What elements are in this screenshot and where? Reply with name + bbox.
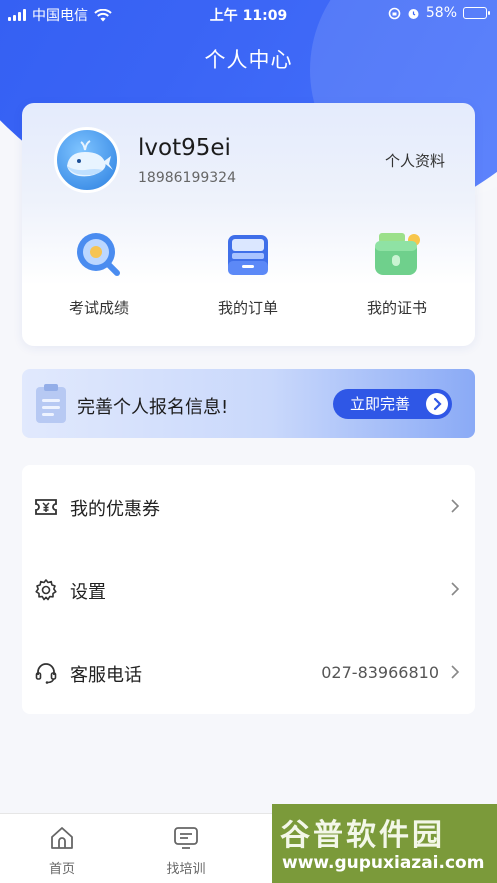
tab-find-training[interactable]: 找培训: [136, 824, 236, 877]
alarm-icon: [408, 8, 419, 19]
banner-text: 完善个人报名信息!: [77, 397, 229, 418]
coupon-icon: [35, 499, 57, 515]
search-result-icon: [71, 227, 127, 283]
chevron-right-icon: [451, 665, 460, 679]
battery-icon: [463, 7, 490, 19]
complete-info-banner[interactable]: 完善个人报名信息! 立即完善: [22, 369, 475, 438]
quick-action-label: 考试成绩: [68, 299, 129, 317]
service-phone-number: 027-83966810: [321, 663, 439, 682]
complete-now-label: 立即完善: [350, 395, 411, 413]
tab-home[interactable]: 首页: [12, 824, 112, 877]
chevron-right-icon: [451, 582, 460, 596]
page-title: 个人中心: [204, 48, 293, 72]
tab-label: 首页: [48, 862, 75, 877]
headset-icon: [35, 663, 57, 684]
order-box-icon: [220, 227, 276, 283]
menu-item-customer-service[interactable]: 客服电话 027-83966810: [22, 631, 475, 714]
profile-info-link[interactable]: 个人资料: [385, 150, 445, 171]
quick-action-my-certificates[interactable]: 我的证书: [322, 227, 472, 318]
avatar[interactable]: [54, 127, 120, 193]
menu-item-label: 我的优惠券: [70, 499, 160, 520]
chevron-right-icon: [451, 499, 460, 513]
whale-avatar-icon: [67, 140, 113, 177]
watermark-title: 谷普软件园: [280, 818, 445, 853]
tab-label: 找培训: [166, 862, 206, 877]
watermark-url: www.gupuxiazai.com: [282, 853, 485, 873]
menu-item-label: 设置: [70, 582, 106, 603]
battery-percent: 58%: [425, 5, 457, 21]
status-bar: 中国电信 上午 11:09 58%: [0, 0, 497, 28]
profile-card: lvot95ei 18986199324 个人资料 考试成绩 我的订单 我的证书: [22, 103, 475, 346]
rotation-lock-icon: [388, 7, 401, 19]
chevron-right-icon: [426, 393, 448, 415]
quick-action-label: 我的证书: [366, 299, 427, 317]
settings-menu: 我的优惠券 设置 客服电话 027-83966810: [22, 465, 475, 714]
menu-item-label: 客服电话: [70, 665, 142, 686]
username: lvot95ei: [138, 135, 231, 161]
quick-action-exam-results[interactable]: 考试成绩: [24, 227, 174, 318]
menu-item-settings[interactable]: 设置: [22, 548, 475, 631]
quick-action-label: 我的订单: [217, 299, 278, 317]
training-icon: [174, 827, 198, 849]
home-icon: [51, 827, 73, 849]
certificate-wallet-icon: [369, 227, 425, 283]
complete-now-button[interactable]: 立即完善: [333, 389, 452, 419]
clipboard-icon: [36, 384, 66, 423]
phone-number: 18986199324: [138, 170, 236, 186]
menu-item-coupons[interactable]: 我的优惠券: [22, 465, 475, 548]
site-watermark: 谷普软件园 www.gupuxiazai.com: [272, 804, 497, 883]
gear-icon: [35, 579, 57, 601]
quick-action-my-orders[interactable]: 我的订单: [173, 227, 323, 318]
